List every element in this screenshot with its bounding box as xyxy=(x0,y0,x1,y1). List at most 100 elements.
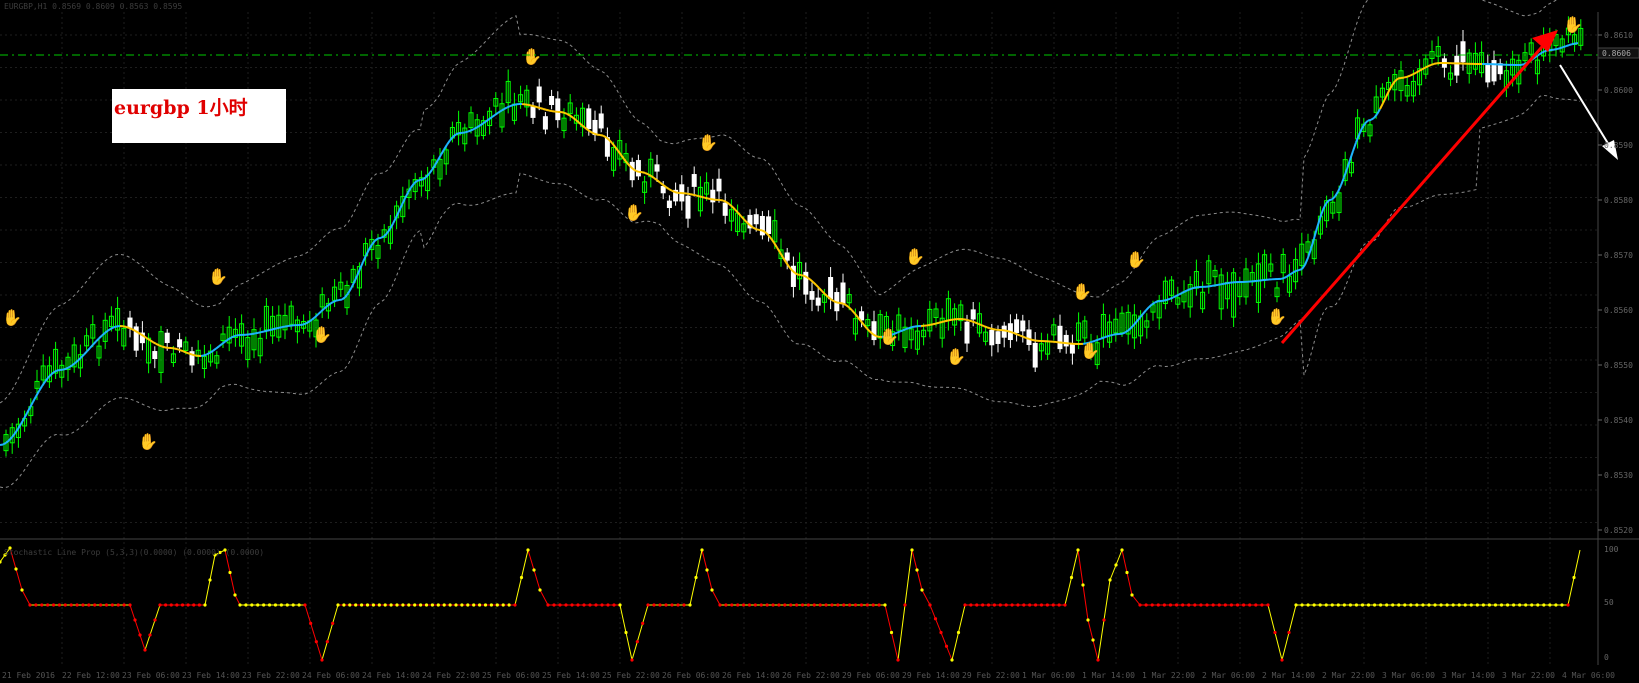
ma-segment xyxy=(227,336,232,341)
oscillator-dot xyxy=(981,603,985,607)
indicator-tick-label: 0 xyxy=(1604,653,1609,662)
ma-segment xyxy=(1028,338,1033,341)
oscillator-dot xyxy=(158,603,162,607)
time-tick-label: 1 Mar 22:00 xyxy=(1142,671,1195,680)
oscillator-dot xyxy=(1162,603,1166,607)
oscillator-dot xyxy=(1069,575,1074,580)
ma-segment xyxy=(611,142,616,148)
ma-segment xyxy=(263,329,268,333)
sell-signal-icon: ✋ xyxy=(905,247,925,266)
ma-segment xyxy=(1097,337,1102,341)
ma-segment xyxy=(311,316,316,321)
candle-body xyxy=(815,297,821,306)
candle-body xyxy=(766,216,772,234)
oscillator-dot xyxy=(576,603,580,607)
oscillator-dot xyxy=(950,658,954,662)
ma-segment xyxy=(0,443,4,446)
ma-segment xyxy=(572,116,577,121)
ma-segment xyxy=(698,195,703,198)
ma-segment xyxy=(314,313,319,318)
oscillator-dot xyxy=(1125,570,1129,575)
time-tick-label: 25 Feb 14:00 xyxy=(542,671,600,680)
ma-segment xyxy=(965,318,970,322)
oscillator-dot xyxy=(424,603,429,607)
oscillator-dot xyxy=(320,658,324,662)
oscillator-dot xyxy=(800,603,805,607)
ma-segment xyxy=(644,171,649,176)
ma-segment xyxy=(497,110,502,114)
ma-segment xyxy=(941,320,946,323)
ma-segment xyxy=(1022,335,1027,339)
ma-segment xyxy=(563,111,568,115)
ma-segment xyxy=(62,367,67,371)
oscillator-dot xyxy=(164,603,168,607)
candle-body xyxy=(177,339,183,348)
ma-segment xyxy=(158,344,163,348)
oscillator-dot xyxy=(495,603,499,607)
oscillator-dot xyxy=(1391,603,1395,607)
oscillator-dot xyxy=(1493,603,1498,607)
ma-segment xyxy=(1193,286,1198,289)
ma-segment xyxy=(1016,333,1021,337)
oscillator-dot xyxy=(1051,603,1055,607)
ma-segment xyxy=(26,407,31,414)
ma-segment xyxy=(947,318,952,322)
ma-segment xyxy=(566,112,571,117)
sell-signal-icon: ✋ xyxy=(698,133,718,152)
oscillator-dot xyxy=(658,603,662,607)
oscillator-dot xyxy=(652,603,656,607)
candle-body xyxy=(716,178,722,192)
oscillator-dot xyxy=(1217,603,1221,607)
oscillator-dot xyxy=(1181,603,1185,607)
oscillator-dot xyxy=(635,640,639,644)
candle-body xyxy=(753,214,759,225)
oscillator-dot xyxy=(238,603,242,607)
oscillator-dot xyxy=(600,603,604,607)
ma-segment xyxy=(1556,47,1561,50)
oscillator-dot xyxy=(1542,603,1546,607)
ma-segment xyxy=(353,275,358,283)
ma-segment xyxy=(1172,295,1177,299)
ma-segment xyxy=(479,122,484,127)
ma-segment xyxy=(491,114,496,118)
buy-signal-icon: ✋ xyxy=(312,325,332,344)
oscillator-dot xyxy=(1354,603,1359,607)
ma-segment xyxy=(1337,184,1342,193)
ma-segment xyxy=(176,348,181,352)
oscillator-dot xyxy=(1415,603,1419,607)
candle-body xyxy=(660,185,666,194)
oscillator-dot xyxy=(630,658,634,662)
candle-body xyxy=(1026,329,1032,346)
ma-segment xyxy=(536,106,541,109)
oscillator-dot xyxy=(871,603,875,607)
ma-segment xyxy=(1292,270,1297,274)
time-tick-label: 3 Mar 22:00 xyxy=(1502,671,1555,680)
oscillator-dot xyxy=(14,567,18,571)
candle-body xyxy=(666,200,672,209)
ma-segment xyxy=(20,418,25,425)
ma-segment xyxy=(2,442,7,446)
oscillator-dot xyxy=(830,603,834,607)
oscillator-dot xyxy=(883,603,887,607)
oscillator-dot xyxy=(1366,603,1371,607)
oscillator-dot xyxy=(1187,603,1191,607)
price-tick-label: 0.8600 xyxy=(1604,86,1633,95)
ma-segment xyxy=(1031,338,1036,342)
candle-body xyxy=(629,161,635,181)
oscillator-dot xyxy=(1306,603,1310,607)
oscillator-segment xyxy=(631,604,649,661)
oscillator-dot xyxy=(1016,603,1020,607)
oscillator-dot xyxy=(250,603,254,607)
ma-segment xyxy=(332,299,337,303)
oscillator-dot xyxy=(371,603,375,607)
ma-segment xyxy=(467,129,472,133)
oscillator-dot xyxy=(956,630,961,635)
ma-segment xyxy=(365,249,370,256)
ma-segment xyxy=(212,347,217,352)
chart-header: EURGBP,H1 0.8569 0.8609 0.8563 0.8595 xyxy=(4,2,183,11)
time-tick-label: 24 Feb 22:00 xyxy=(422,671,480,680)
candle-body xyxy=(542,116,548,130)
ma-segment xyxy=(1412,71,1417,76)
oscillator-dot xyxy=(1114,563,1118,567)
ma-segment xyxy=(1103,335,1108,339)
